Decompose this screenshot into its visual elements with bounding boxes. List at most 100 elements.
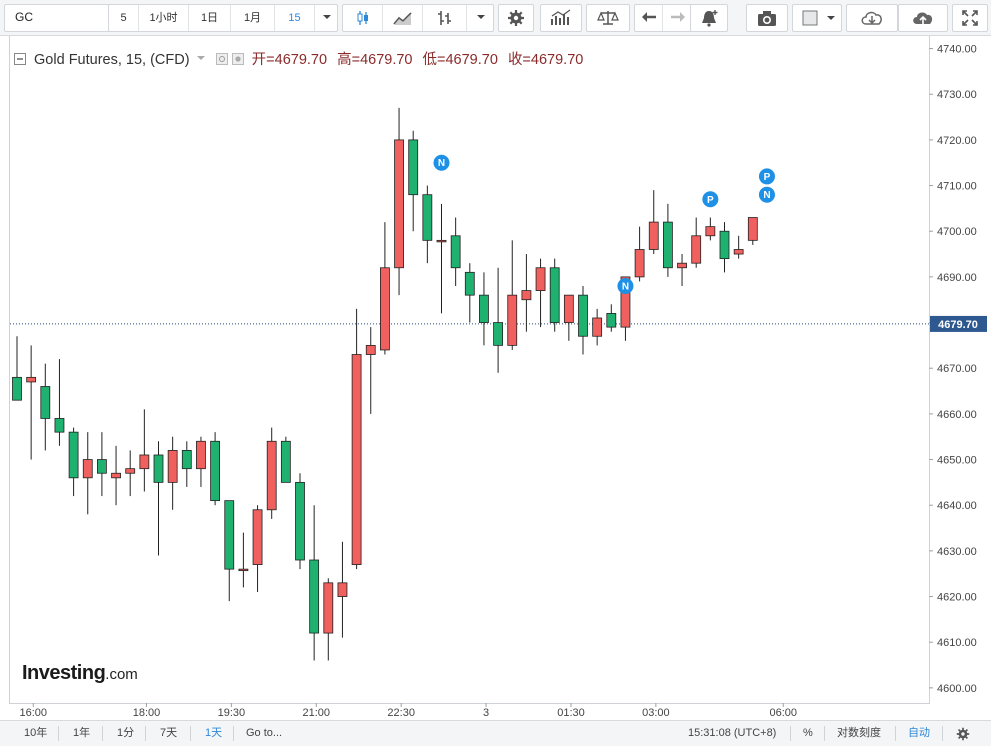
price-tick-label: 4620.00 [937, 592, 977, 604]
candle-body [535, 267, 546, 291]
candle-body [280, 440, 291, 483]
price-tick-label: 4660.00 [937, 409, 977, 421]
divider [824, 726, 825, 741]
candle-body [224, 500, 235, 570]
candle [733, 235, 744, 259]
auto-scale-button[interactable]: 自动 [908, 721, 930, 746]
event-marker[interactable]: N [758, 186, 775, 203]
candle [210, 432, 221, 506]
candle [479, 272, 489, 346]
price-tick-label: 4720.00 [937, 135, 977, 147]
last-price-badge-label: 4679.70 [938, 319, 978, 331]
candle [436, 203, 447, 314]
candle-body [111, 472, 121, 479]
candle [663, 203, 673, 277]
candle-body [181, 450, 192, 470]
candle [719, 222, 730, 273]
candle-body [733, 249, 744, 255]
divider [102, 726, 103, 741]
candle-body [663, 221, 673, 269]
candle [493, 267, 504, 373]
investing-logo: Investing.com [22, 662, 138, 684]
candle-body [422, 194, 433, 241]
time-tick-label: 06:00 [769, 707, 797, 719]
candle-body [97, 459, 107, 474]
collapse-legend-icon[interactable] [14, 53, 26, 65]
candle-body [379, 267, 390, 351]
clock-readout: 15:31:08 (UTC+8) [688, 727, 777, 739]
candle-body [365, 344, 376, 355]
candle [408, 130, 419, 232]
candle-body [450, 235, 461, 269]
event-marker-label: N [763, 190, 770, 201]
legend-high: 高=4679.70 [337, 52, 413, 68]
candle [677, 254, 687, 287]
legend-low: 低=4679.70 [422, 52, 498, 68]
legend-title-chevron-icon[interactable] [196, 53, 206, 63]
percent-scale-button[interactable]: % [803, 721, 813, 746]
goto-date-button[interactable]: Go to... [246, 721, 282, 746]
candle-body [196, 440, 206, 470]
time-tick-label: 19:30 [218, 707, 246, 719]
candle [125, 450, 136, 497]
event-marker[interactable]: N [433, 154, 450, 171]
candle [365, 327, 376, 414]
candle [224, 500, 235, 602]
candle-body [394, 139, 404, 269]
candle [153, 441, 164, 556]
candle [26, 345, 37, 460]
candle-body [139, 454, 150, 470]
range-1m-button[interactable]: 1分 [117, 721, 134, 746]
candle [464, 263, 475, 323]
candle-body [507, 294, 518, 346]
divider [190, 726, 191, 741]
candle [68, 427, 79, 497]
candle-body [634, 249, 645, 278]
candle [167, 436, 178, 510]
price-tick-label: 4730.00 [937, 89, 977, 101]
price-tick-label: 4690.00 [937, 272, 977, 284]
candle-body [337, 582, 348, 597]
candle [196, 436, 206, 487]
candle [648, 190, 659, 255]
candle-body [82, 459, 93, 479]
candle-body [125, 468, 136, 474]
candle-body [295, 481, 305, 561]
candle [578, 286, 588, 355]
candle [606, 304, 617, 332]
event-marker[interactable]: P [702, 191, 719, 208]
candle-body [747, 217, 758, 241]
range-1d-button[interactable]: 1天 [205, 721, 222, 746]
candle-body [719, 230, 730, 260]
price-tick-label: 4600.00 [937, 683, 977, 695]
price-tick-label: 4650.00 [937, 455, 977, 467]
divider [942, 726, 943, 741]
range-10y-button[interactable]: 10年 [24, 721, 47, 746]
candle-body [677, 262, 687, 269]
candle-body [563, 294, 574, 323]
time-tick-label: 18:00 [133, 707, 161, 719]
price-tick-label: 4610.00 [937, 637, 977, 649]
range-1y-button[interactable]: 1年 [73, 721, 90, 746]
candle [507, 240, 518, 350]
eye-visibility-icon[interactable] [215, 53, 228, 65]
price-tick-label: 4700.00 [937, 226, 977, 238]
candle-body [54, 418, 65, 433]
candle [450, 217, 461, 287]
event-marker[interactable]: N [617, 278, 634, 295]
candle [747, 217, 758, 245]
candle [309, 505, 320, 661]
range-7d-button[interactable]: 7天 [160, 721, 177, 746]
legend-settings-icon[interactable] [231, 53, 244, 65]
divider [895, 726, 896, 741]
candle-body [592, 317, 603, 337]
candle-body [493, 322, 504, 346]
event-marker[interactable]: P [758, 168, 775, 185]
candle [139, 409, 150, 492]
time-tick-label: 22:30 [387, 707, 415, 719]
candle [521, 254, 532, 332]
log-scale-button[interactable]: 对数刻度 [837, 721, 881, 746]
candle-body [691, 235, 702, 264]
candle [394, 107, 404, 296]
bottom-settings-gear-icon[interactable] [956, 726, 970, 751]
